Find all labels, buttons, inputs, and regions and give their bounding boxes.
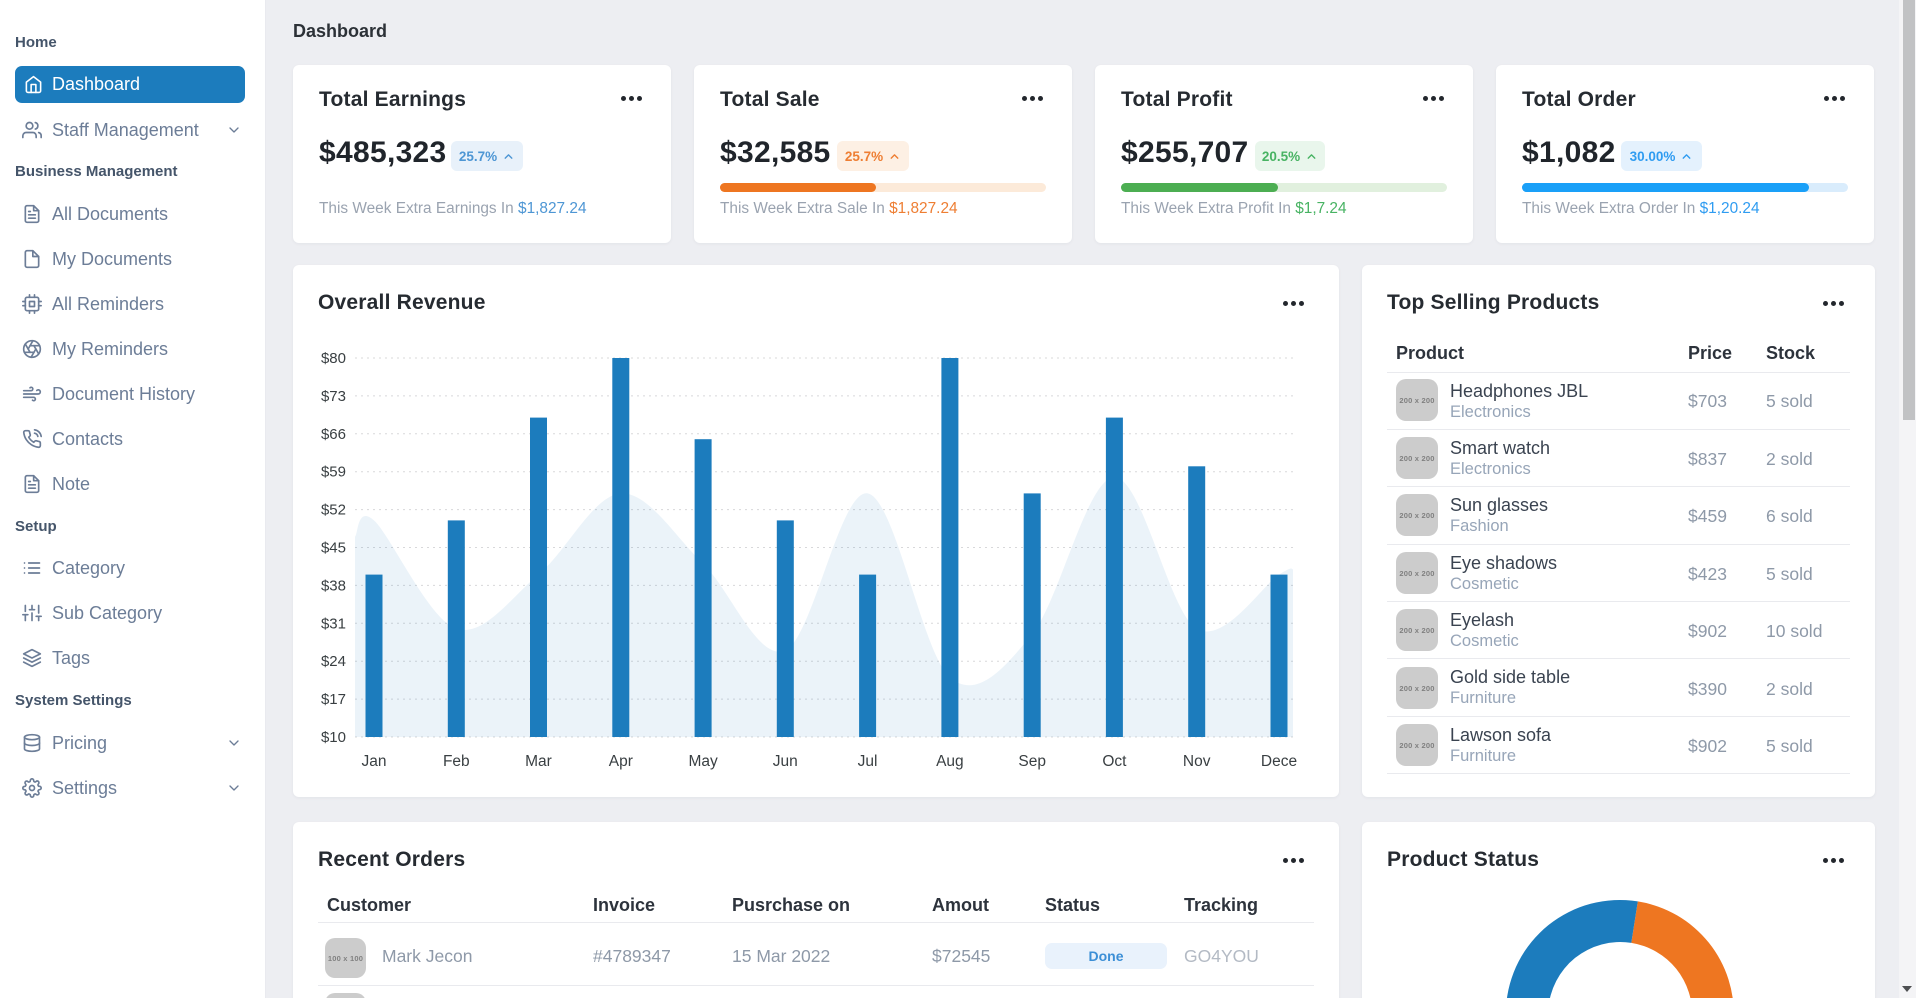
svg-text:$66: $66 [321,426,346,443]
svg-text:Oct: Oct [1102,753,1127,770]
svg-text:$10: $10 [321,729,346,746]
svg-text:$52: $52 [321,502,346,519]
svg-text:$38: $38 [321,577,346,594]
svg-text:May: May [688,753,718,770]
svg-text:Jul: Jul [858,753,878,770]
svg-text:Dece: Dece [1261,753,1297,770]
svg-text:$73: $73 [321,388,346,405]
svg-text:$24: $24 [321,653,346,670]
svg-text:$80: $80 [321,350,346,367]
svg-text:Jan: Jan [362,753,387,770]
svg-text:Nov: Nov [1183,753,1211,770]
svg-text:$17: $17 [321,691,346,708]
svg-text:Apr: Apr [609,753,633,770]
svg-text:$59: $59 [321,464,346,481]
svg-text:$45: $45 [321,540,346,557]
svg-text:Aug: Aug [936,753,964,770]
svg-text:Jun: Jun [773,753,798,770]
svg-text:Feb: Feb [443,753,470,770]
svg-text:Sep: Sep [1018,753,1046,770]
svg-text:Mar: Mar [525,753,552,770]
svg-text:$31: $31 [321,615,346,632]
